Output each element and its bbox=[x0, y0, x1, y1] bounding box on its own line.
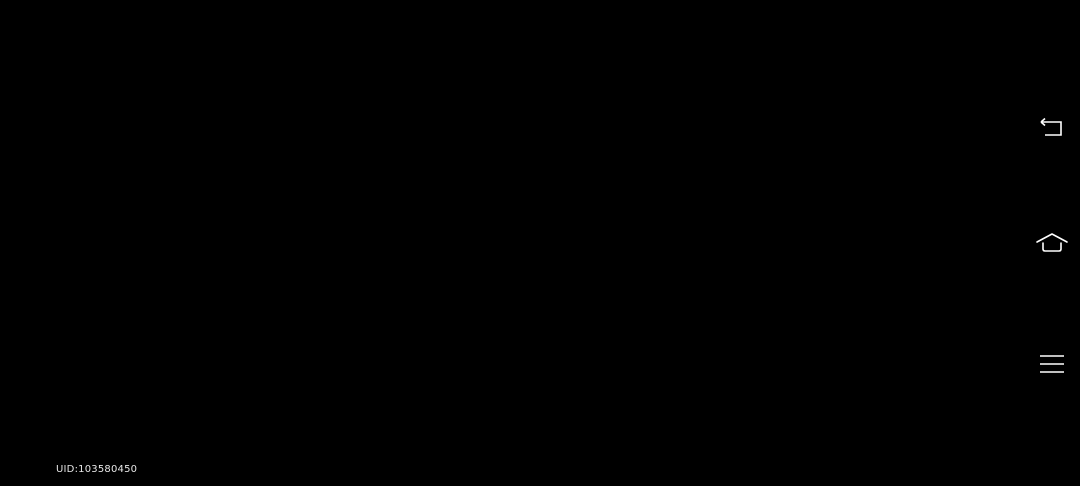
screen: UID:103580450 bbox=[0, 0, 1080, 486]
home-button[interactable] bbox=[1030, 220, 1074, 264]
home-icon bbox=[1036, 233, 1068, 252]
navigation-bar bbox=[1024, 0, 1080, 486]
back-icon bbox=[1040, 117, 1062, 136]
menu-icon bbox=[1040, 355, 1064, 373]
menu-button[interactable] bbox=[1030, 342, 1074, 386]
back-button[interactable] bbox=[1030, 106, 1074, 150]
uid-label: UID:103580450 bbox=[56, 464, 138, 475]
